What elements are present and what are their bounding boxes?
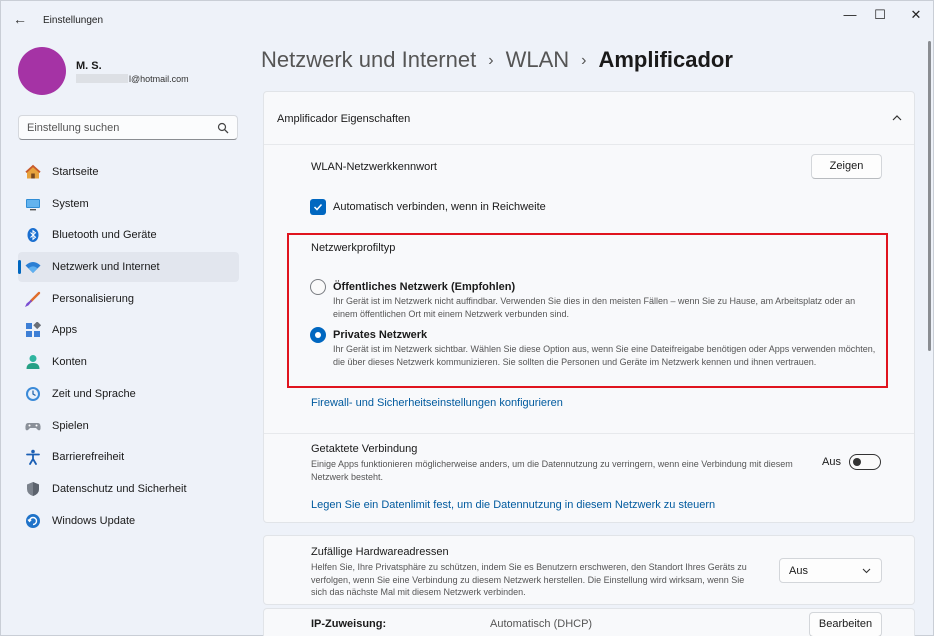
accessibility-icon bbox=[26, 449, 40, 466]
email-redaction bbox=[76, 74, 128, 83]
brush-icon bbox=[25, 291, 41, 307]
sidebar-item-datenschutz[interactable]: Datenschutz und Sicherheit bbox=[18, 474, 239, 504]
sidebar-item-personalisierung[interactable]: Personalisierung bbox=[18, 284, 239, 314]
firewall-link[interactable]: Firewall- und Sicherheitseinstellungen k… bbox=[311, 397, 563, 409]
gamepad-icon bbox=[25, 422, 41, 430]
metered-toggle[interactable] bbox=[849, 454, 881, 470]
sidebar-item-startseite[interactable]: Startseite bbox=[18, 157, 239, 187]
back-button[interactable]: ← bbox=[13, 12, 31, 26]
random-hw-desc: Helfen Sie, Ihre Privatsphäre zu schütze… bbox=[311, 562, 747, 597]
sidebar-item-label: System bbox=[52, 197, 89, 210]
chevron-up-icon[interactable] bbox=[892, 114, 902, 122]
random-hw-select-value: Aus bbox=[789, 565, 808, 577]
settings-window: ← Einstellungen — ☐ ✕ M. S. l@hotmail.co… bbox=[0, 0, 934, 636]
sidebar-item-konten[interactable]: Konten bbox=[18, 347, 239, 377]
breadcrumb: Netzwerk und Internet › WLAN › Amplificador bbox=[261, 47, 733, 73]
search-placeholder: Einstellung suchen bbox=[27, 122, 120, 134]
user-name: M. S. bbox=[76, 60, 102, 72]
sidebar-item-system[interactable]: System bbox=[18, 189, 239, 219]
scrollbar[interactable] bbox=[928, 41, 931, 351]
selected-indicator bbox=[18, 260, 21, 275]
app-title: Einstellungen bbox=[43, 15, 104, 26]
shield-icon bbox=[27, 481, 39, 496]
show-password-button[interactable]: Zeigen bbox=[811, 154, 882, 179]
random-hw-select[interactable]: Aus bbox=[779, 558, 882, 583]
auto-connect-checkbox[interactable] bbox=[310, 199, 326, 215]
sidebar-item-label: Windows Update bbox=[52, 514, 136, 527]
wifi-icon bbox=[25, 262, 41, 274]
home-icon bbox=[25, 164, 41, 179]
search-input[interactable]: Einstellung suchen bbox=[18, 115, 238, 140]
search-icon[interactable] bbox=[217, 122, 229, 134]
metered-state-label: Aus bbox=[822, 456, 841, 468]
sidebar-item-label: Netzwerk und Internet bbox=[52, 261, 160, 274]
sidebar-item-label: Personalisierung bbox=[52, 292, 134, 305]
bluetooth-icon bbox=[27, 228, 39, 243]
checkmark-icon bbox=[313, 203, 323, 211]
sidebar-item-label: Spielen bbox=[52, 419, 89, 432]
highlight-box bbox=[287, 233, 888, 388]
update-icon bbox=[26, 513, 40, 528]
sidebar-item-spielen[interactable]: Spielen bbox=[18, 411, 239, 441]
edit-ip-button[interactable]: Bearbeiten bbox=[809, 612, 882, 636]
password-label: WLAN-Netzwerkkennwort bbox=[311, 161, 437, 173]
sidebar-item-bluetooth[interactable]: Bluetooth und Geräte bbox=[18, 220, 239, 250]
sidebar-item-label: Zeit und Sprache bbox=[52, 387, 136, 400]
chevron-down-icon bbox=[862, 568, 871, 574]
sidebar-item-label: Startseite bbox=[52, 166, 99, 178]
sidebar-item-label: Datenschutz und Sicherheit bbox=[52, 482, 187, 495]
sidebar-item-label: Barrierefreiheit bbox=[52, 451, 125, 464]
user-email: l@hotmail.com bbox=[76, 74, 189, 84]
breadcrumb-separator: › bbox=[488, 52, 494, 69]
sidebar-item-label: Apps bbox=[52, 324, 78, 337]
properties-header: Amplificador Eigenschaften bbox=[277, 113, 411, 125]
apps-icon bbox=[26, 322, 41, 338]
breadcrumb-wlan[interactable]: WLAN bbox=[506, 47, 570, 72]
user-email-suffix: l@hotmail.com bbox=[129, 74, 189, 84]
sidebar-item-barrierefreiheit[interactable]: Barrierefreiheit bbox=[18, 442, 239, 472]
sidebar-item-windows-update[interactable]: Windows Update bbox=[18, 506, 239, 536]
sidebar-item-zeit-sprache[interactable]: Zeit und Sprache bbox=[18, 379, 239, 409]
divider bbox=[264, 433, 914, 434]
sidebar-item-label: Bluetooth und Geräte bbox=[52, 229, 157, 242]
title-bar: ← Einstellungen — ☐ ✕ bbox=[1, 1, 933, 37]
metered-title: Getaktete Verbindung bbox=[311, 443, 418, 455]
close-button[interactable]: ✕ bbox=[905, 7, 927, 23]
auto-connect-label: Automatisch verbinden, wenn in Reichweit… bbox=[333, 201, 546, 213]
ip-card: IP-Zuweisung: Automatisch (DHCP) Bearbei… bbox=[263, 608, 915, 636]
sidebar-item-netzwerk[interactable]: Netzwerk und Internet bbox=[18, 252, 239, 283]
sidebar-item-label: Konten bbox=[52, 356, 87, 369]
clock-globe-icon bbox=[26, 386, 40, 401]
random-hw-title: Zufällige Hardwareadressen bbox=[311, 546, 449, 558]
sidebar-nav: Startseite System Bluetooth und Geräte N bbox=[18, 157, 239, 537]
avatar[interactable] bbox=[18, 47, 66, 95]
datalimit-link[interactable]: Legen Sie ein Datenlimit fest, um die Da… bbox=[311, 499, 715, 511]
maximize-button[interactable]: ☐ bbox=[869, 7, 891, 23]
monitor-icon bbox=[26, 198, 40, 211]
breadcrumb-network[interactable]: Netzwerk und Internet bbox=[261, 47, 476, 72]
minimize-button[interactable]: — bbox=[839, 7, 861, 23]
ip-label: IP-Zuweisung: bbox=[311, 618, 387, 630]
random-hw-card: Zufällige Hardwareadressen Helfen Sie, I… bbox=[263, 535, 915, 605]
page-title: Amplificador bbox=[598, 47, 733, 72]
ip-value: Automatisch (DHCP) bbox=[490, 618, 593, 630]
breadcrumb-separator: › bbox=[581, 52, 587, 69]
sidebar-item-apps[interactable]: Apps bbox=[18, 315, 239, 345]
metered-desc: Einige Apps funktionieren möglicherweise… bbox=[311, 459, 793, 482]
person-icon bbox=[26, 355, 40, 370]
